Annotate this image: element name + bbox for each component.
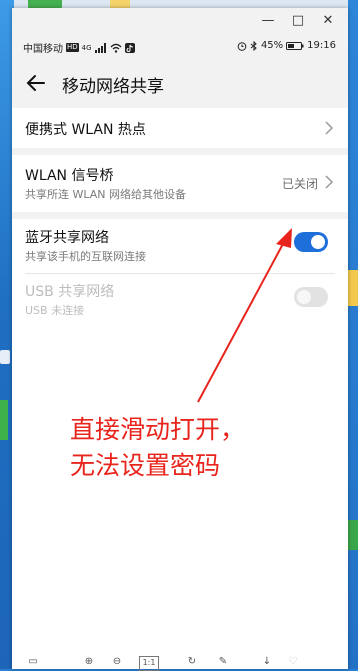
wifi-icon [110, 43, 122, 53]
desktop-background-right [348, 0, 358, 669]
desktop-app-icon [348, 520, 358, 550]
wlan-bridge-title: WLAN 信号桥 [25, 168, 114, 184]
desktop-file-icon [0, 350, 10, 364]
bottom-toolbar: ▭ ⊕ ⊖ 1:1 ↻ ✎ ↓ ♡ [12, 654, 348, 671]
alarm-icon [237, 41, 247, 51]
wlan-bridge-status: 已关闭 [281, 177, 318, 191]
annotation-line-1: 直接滑动打开， [70, 415, 246, 444]
close-button[interactable]: ✕ [318, 11, 338, 31]
hotspot-title: 便携式 WLAN 热点 [25, 122, 146, 138]
tiktok-icon [124, 42, 135, 53]
desktop-folder-icon [348, 270, 358, 306]
wlan-bridge-row[interactable]: WLAN 信号桥 共享所连 WLAN 网络给其他设备 已关闭 [12, 155, 348, 212]
window-titlebar: — □ ✕ [12, 8, 348, 34]
battery-percent: 45% [260, 40, 284, 51]
clock: 19:16 [307, 40, 336, 51]
divider [25, 273, 335, 274]
rotate-icon[interactable]: ↻ [185, 656, 199, 669]
page-title: 移动网络共享 [62, 77, 164, 97]
usb-tethering-toggle[interactable] [294, 287, 328, 307]
window-icon[interactable]: ▭ [26, 656, 40, 669]
network-type: 4G [81, 43, 92, 52]
edit-icon[interactable]: ✎ [216, 656, 230, 669]
maximize-button[interactable]: □ [288, 11, 308, 31]
zoom-out-icon[interactable]: ⊖ [110, 656, 124, 669]
bluetooth-icon [250, 40, 257, 51]
bluetooth-tethering-title: 蓝牙共享网络 [25, 230, 109, 246]
phone-status-bar: 中国移动 HD 4G 45% 19:16 [12, 38, 348, 56]
zoom-in-icon[interactable]: ⊕ [82, 656, 96, 669]
more-icon[interactable]: ♡ [286, 656, 300, 669]
wlan-bridge-subtitle: 共享所连 WLAN 网络给其他设备 [25, 188, 187, 201]
toggle-knob [311, 235, 325, 249]
bluetooth-tethering-subtitle: 共享该手机的互联网连接 [25, 250, 146, 263]
usb-tethering-row[interactable]: USB 共享网络 USB 未连接 [12, 275, 348, 325]
chevron-right-icon [325, 121, 334, 135]
back-arrow-icon[interactable] [24, 70, 50, 96]
toggle-knob [297, 290, 311, 304]
signal-icon [94, 42, 106, 53]
hotspot-row[interactable]: 便携式 WLAN 热点 [12, 108, 348, 148]
usb-tethering-subtitle: USB 未连接 [25, 304, 85, 317]
annotation-line-2: 无法设置密码 [70, 451, 221, 480]
carrier-label: 中国移动 [23, 44, 63, 55]
usb-tethering-title: USB 共享网络 [25, 284, 115, 300]
download-icon[interactable]: ↓ [260, 656, 274, 669]
battery-icon [286, 41, 304, 50]
bluetooth-tethering-toggle[interactable] [294, 232, 328, 252]
bluetooth-tethering-row[interactable]: 蓝牙共享网络 共享该手机的互联网连接 [12, 219, 348, 271]
app-bar: 移动网络共享 [12, 64, 348, 104]
annotation-text: 直接滑动打开， 无法设置密码 [70, 412, 245, 484]
minimize-button[interactable]: — [258, 11, 278, 31]
hd-badge: HD [66, 43, 79, 52]
chevron-right-icon [325, 175, 334, 189]
desktop-app-icon [0, 400, 8, 440]
phone-mirror-window: — □ ✕ 中国移动 HD 4G 45% 19:16 移动网络共享 便携式 WL… [12, 8, 348, 671]
